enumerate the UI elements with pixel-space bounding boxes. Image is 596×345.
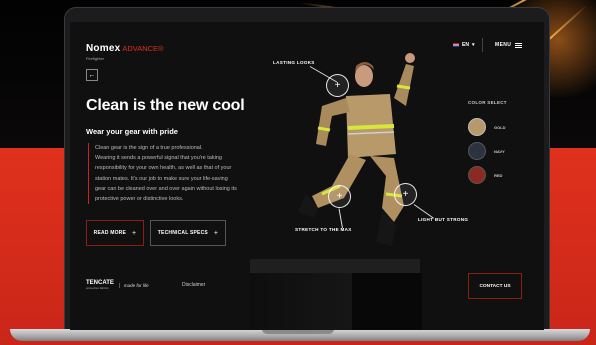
intro-text: Clean gear is the sign of a true profess… xyxy=(88,143,266,205)
intro-line: protective power or distinctive looks. xyxy=(95,196,184,203)
tencate-logo[interactable]: TENCATE protective fabrics made for life xyxy=(86,280,149,290)
page-subtitle: Wear your gear with pride xyxy=(86,127,178,136)
firefighter-figure xyxy=(298,53,415,246)
hamburger-icon xyxy=(515,42,523,48)
language-label: EN xyxy=(462,42,469,48)
swatch-navy[interactable] xyxy=(468,142,486,160)
hotspot-light-but-strong[interactable]: + xyxy=(394,183,417,206)
swatch-label-red: RED xyxy=(494,173,503,178)
pedestal-top xyxy=(250,259,420,273)
menu-label: MENU xyxy=(495,42,512,48)
pedestal-side xyxy=(352,273,422,330)
plus-icon: + xyxy=(213,229,219,237)
logo-subtitle: Firefighter xyxy=(86,56,105,61)
back-button[interactable]: ← xyxy=(86,69,98,81)
swatch-label-navy: NAVY xyxy=(494,149,505,154)
swatch-gold[interactable] xyxy=(468,118,486,136)
chevron-down-icon: ▾ xyxy=(471,42,475,48)
plus-icon: + xyxy=(402,189,409,200)
intro-line: station mates. It's our job to make sure… xyxy=(95,175,228,182)
disclaimer-link[interactable]: Disclaimer xyxy=(182,282,205,288)
laptop-screen: Nomex ADVANCE® Firefighter EN ▾ MENU ← Cl… xyxy=(70,22,544,330)
made-for-life-tagline: made for life xyxy=(118,282,149,288)
technical-specs-button[interactable]: TECHNICAL SPECS + xyxy=(150,220,226,246)
plus-icon: + xyxy=(334,80,341,91)
header-divider xyxy=(482,38,483,52)
read-more-label: READ MORE xyxy=(93,230,127,236)
intro-line: responsibility for your own health, as w… xyxy=(95,165,232,172)
intro-line: Wearing it sends a powerful signal that … xyxy=(95,155,222,162)
plus-icon: + xyxy=(132,229,137,237)
color-select-title: COLOR SELECT xyxy=(468,100,507,105)
hotspot-stretch[interactable]: + xyxy=(328,185,351,208)
page-title: Clean is the new cool xyxy=(86,97,245,114)
hotspot-lasting-looks[interactable]: + xyxy=(326,74,349,97)
plus-icon: + xyxy=(336,191,343,202)
language-selector[interactable]: EN ▾ xyxy=(453,42,474,48)
intro-line: gear can be cleaned over and over again … xyxy=(95,185,237,192)
intro-line: Clean gear is the sign of a true profess… xyxy=(95,145,203,151)
arrow-left-icon: ← xyxy=(88,71,96,79)
tencate-subtitle: protective fabrics xyxy=(86,286,109,290)
technical-specs-label: TECHNICAL SPECS xyxy=(157,230,208,236)
menu-button[interactable]: MENU xyxy=(495,42,523,48)
contact-us-button[interactable]: CONTACT US xyxy=(468,273,522,299)
read-more-button[interactable]: READ MORE + xyxy=(86,220,144,246)
hotspot-label-light-but-strong: LIGHT BUT STRONG xyxy=(418,217,469,222)
hotspot-label-lasting-looks: LASTING LOOKS xyxy=(273,60,315,65)
hotspot-label-stretch: STRETCH TO THE MAX xyxy=(295,227,352,232)
logo-wordmark: Nomex xyxy=(86,43,121,54)
nomex-logo[interactable]: Nomex ADVANCE® Firefighter xyxy=(86,38,164,61)
swatch-red[interactable] xyxy=(468,166,486,184)
swatch-label-gold: GOLD xyxy=(494,125,506,130)
contact-us-label: CONTACT US xyxy=(479,283,511,289)
logo-advance: ADVANCE® xyxy=(122,44,164,53)
uk-flag-icon xyxy=(453,43,459,47)
